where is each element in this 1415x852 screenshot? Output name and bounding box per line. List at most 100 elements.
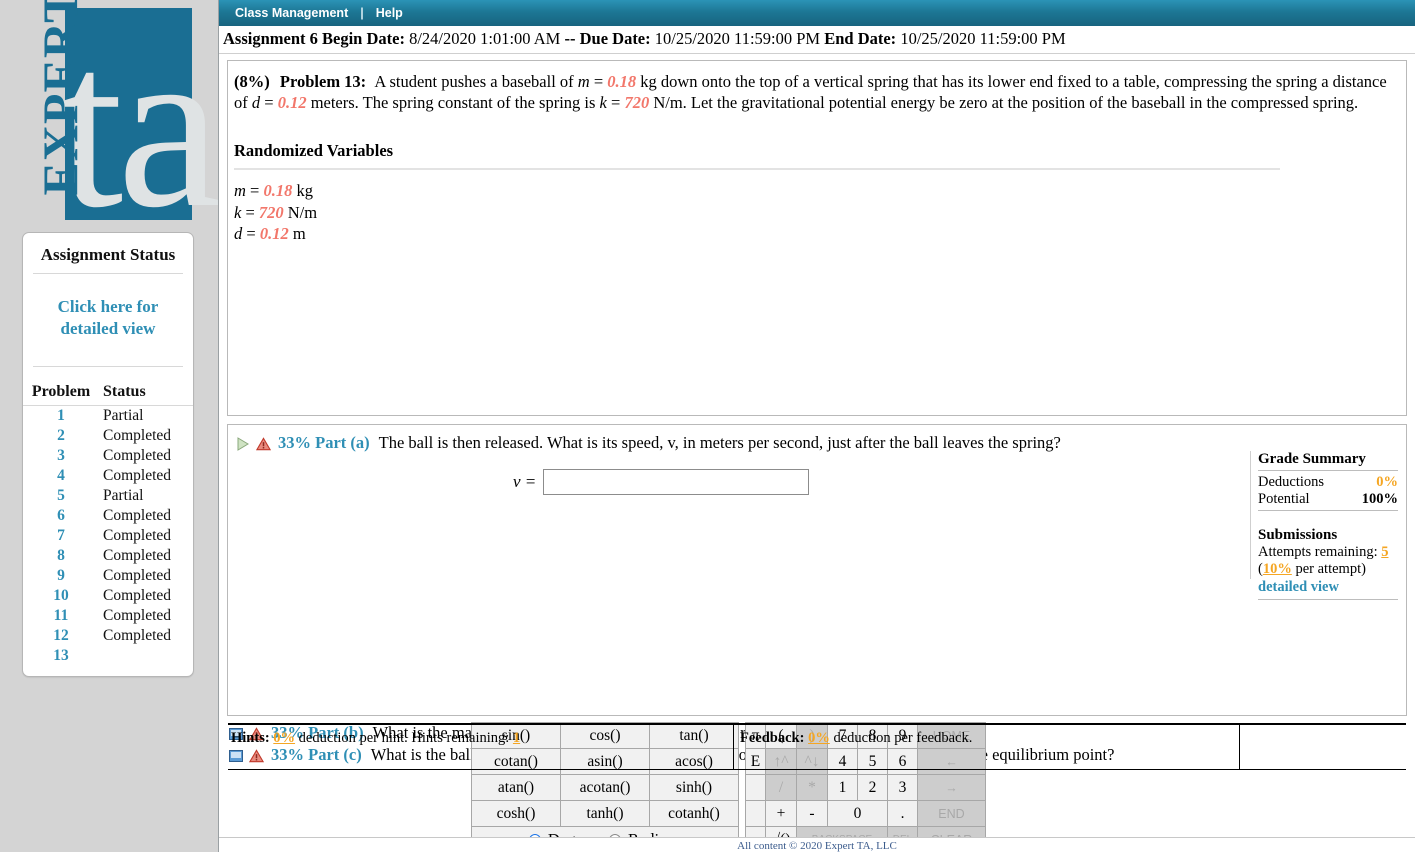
problem-status-row: 13 bbox=[23, 646, 193, 666]
problem-status-row: 10Completed bbox=[23, 586, 193, 606]
end-date-value: 10/25/2020 11:59:00 PM bbox=[900, 29, 1065, 48]
problem-text: (8%) Problem 13: A student pushes a base… bbox=[228, 61, 1406, 113]
problem-number-link[interactable]: 5 bbox=[23, 486, 99, 506]
divider bbox=[1258, 470, 1398, 471]
potential-value: 100% bbox=[1362, 491, 1398, 508]
keypad-key-1[interactable]: 1 bbox=[828, 775, 858, 801]
keypad-row: atan()acotan()sinh() bbox=[472, 775, 739, 801]
variable-value: 0.18 bbox=[263, 181, 292, 200]
variable-value: 720 bbox=[259, 203, 284, 222]
randomized-variable-row: d = 0.12 m bbox=[234, 223, 1406, 245]
answer-input[interactable] bbox=[543, 469, 809, 495]
problem-number-link[interactable]: 4 bbox=[23, 466, 99, 486]
divider bbox=[1258, 599, 1398, 600]
problem-weight: (8%) bbox=[234, 72, 270, 91]
due-date-value: 10/25/2020 11:59:00 PM bbox=[655, 29, 820, 48]
problem-number-link[interactable]: 6 bbox=[23, 506, 99, 526]
problem-status-value bbox=[99, 646, 193, 666]
keypad-key-tanh[interactable]: tanh() bbox=[561, 801, 650, 827]
feedback-label: Feedback: bbox=[740, 730, 804, 746]
keypad-key-dot[interactable]: . bbox=[888, 801, 918, 827]
problem-number-link[interactable]: 8 bbox=[23, 546, 99, 566]
grade-detailed-view-link[interactable]: detailed view bbox=[1258, 579, 1398, 596]
problem-number-link[interactable]: 1 bbox=[23, 405, 99, 426]
problem-number-link[interactable]: 12 bbox=[23, 626, 99, 646]
problem-title: Problem 13: bbox=[280, 72, 366, 91]
problem-number-link[interactable]: 3 bbox=[23, 446, 99, 466]
keypad-row: +-0.END bbox=[746, 801, 986, 827]
keypad-key-3[interactable]: 3 bbox=[888, 775, 918, 801]
part-a-header: 33% Part (a) The ball is then released. … bbox=[228, 425, 1406, 453]
problem-status-row: 11Completed bbox=[23, 606, 193, 626]
keypad-key-cosh[interactable]: cosh() bbox=[472, 801, 561, 827]
randomized-variable-row: m = 0.18 kg bbox=[234, 180, 1406, 202]
top-navbar: Class Management | Help bbox=[219, 0, 1415, 26]
problem-number-link[interactable]: 7 bbox=[23, 526, 99, 546]
variable-unit: m bbox=[289, 224, 306, 243]
keypad-key-atan[interactable]: atan() bbox=[472, 775, 561, 801]
keypad-key-0[interactable]: 0 bbox=[828, 801, 888, 827]
keypad-key-2[interactable]: 2 bbox=[858, 775, 888, 801]
problem-status-row: 7Completed bbox=[23, 526, 193, 546]
expanded-triangle-icon[interactable] bbox=[236, 437, 250, 451]
keypad-key-minus[interactable]: - bbox=[797, 801, 828, 827]
problem-status-row: 9Completed bbox=[23, 566, 193, 586]
divider bbox=[1250, 451, 1251, 579]
assignment-status-title: Assignment Status bbox=[23, 245, 193, 265]
variable-symbol: d bbox=[234, 224, 242, 243]
keypad-row: cosh()tanh()cotanh() bbox=[472, 801, 739, 827]
feedback-text: deduction per feedback. bbox=[830, 730, 973, 746]
problem-body-1: A student pushes a baseball of bbox=[374, 72, 577, 91]
attempts-value: 5 bbox=[1381, 544, 1388, 560]
divider bbox=[33, 366, 183, 367]
footer: All content © 2020 Expert TA, LLC bbox=[219, 837, 1415, 852]
warning-icon bbox=[256, 437, 271, 451]
problem-status-row: 1Partial bbox=[23, 405, 193, 426]
problem-number-link[interactable]: 9 bbox=[23, 566, 99, 586]
hints-label: Hints: bbox=[231, 730, 270, 746]
problem-status-value: Completed bbox=[99, 426, 193, 446]
problem-status-value: Completed bbox=[99, 606, 193, 626]
keypad-key-sinh[interactable]: sinh() bbox=[650, 775, 739, 801]
begin-date-label: Begin Date: bbox=[322, 29, 405, 48]
problem-m-symbol: m bbox=[578, 72, 590, 91]
main-content: Class Management | Help Assignment 6 Beg… bbox=[218, 0, 1415, 852]
date-dash: -- bbox=[564, 29, 575, 48]
keypad-key-a3 bbox=[746, 801, 766, 827]
end-date-label: End Date: bbox=[824, 29, 896, 48]
eq-1: = bbox=[590, 72, 608, 91]
feedback-cell: Feedback: 0% deduction per feedback. bbox=[734, 725, 1240, 769]
problem-number-link[interactable]: 13 bbox=[23, 646, 99, 666]
keypad-key-: → bbox=[918, 775, 986, 801]
keypad-key-b3[interactable]: + bbox=[766, 801, 797, 827]
grade-summary-title: Grade Summary bbox=[1258, 451, 1398, 468]
keypad-row: /*123→ bbox=[746, 775, 986, 801]
problem-number-link[interactable]: 11 bbox=[23, 606, 99, 626]
problem-status-value: Completed bbox=[99, 446, 193, 466]
eq-3: = bbox=[607, 93, 625, 112]
left-sidebar: ta EXPERT Assignment Status Click here f… bbox=[0, 0, 218, 852]
problem-d-value: 0.12 bbox=[278, 93, 307, 112]
keypad-key-cotanh[interactable]: cotanh() bbox=[650, 801, 739, 827]
randomized-variable-row: k = 720 N/m bbox=[234, 202, 1406, 224]
nav-class-management[interactable]: Class Management bbox=[235, 6, 348, 20]
randomized-variables-heading: Randomized Variables bbox=[234, 141, 1406, 161]
sidebar-detailed-view-link[interactable]: Click here for detailed view bbox=[23, 274, 193, 366]
attempts-label: Attempts remaining: bbox=[1258, 544, 1378, 560]
variable-equals: = bbox=[242, 224, 260, 243]
assignment-header-bar: Assignment 6 Begin Date: 8/24/2020 1:01:… bbox=[219, 26, 1415, 54]
problem-m-value: 0.18 bbox=[607, 72, 636, 91]
variable-value: 0.12 bbox=[260, 224, 289, 243]
nav-help[interactable]: Help bbox=[376, 6, 403, 20]
problem-status-row: 6Completed bbox=[23, 506, 193, 526]
part-a-panel: 33% Part (a) The ball is then released. … bbox=[227, 424, 1407, 716]
logo-expert-text: EXPERT bbox=[32, 0, 88, 198]
problem-status-row: 4Completed bbox=[23, 466, 193, 486]
problem-number-link[interactable]: 10 bbox=[23, 586, 99, 606]
deductions-value: 0% bbox=[1376, 474, 1398, 491]
deductions-label: Deductions bbox=[1258, 474, 1324, 491]
problem-number-link[interactable]: 2 bbox=[23, 426, 99, 446]
keypad-key-c2: * bbox=[797, 775, 828, 801]
variable-equals: = bbox=[246, 181, 264, 200]
keypad-key-acotan[interactable]: acotan() bbox=[561, 775, 650, 801]
